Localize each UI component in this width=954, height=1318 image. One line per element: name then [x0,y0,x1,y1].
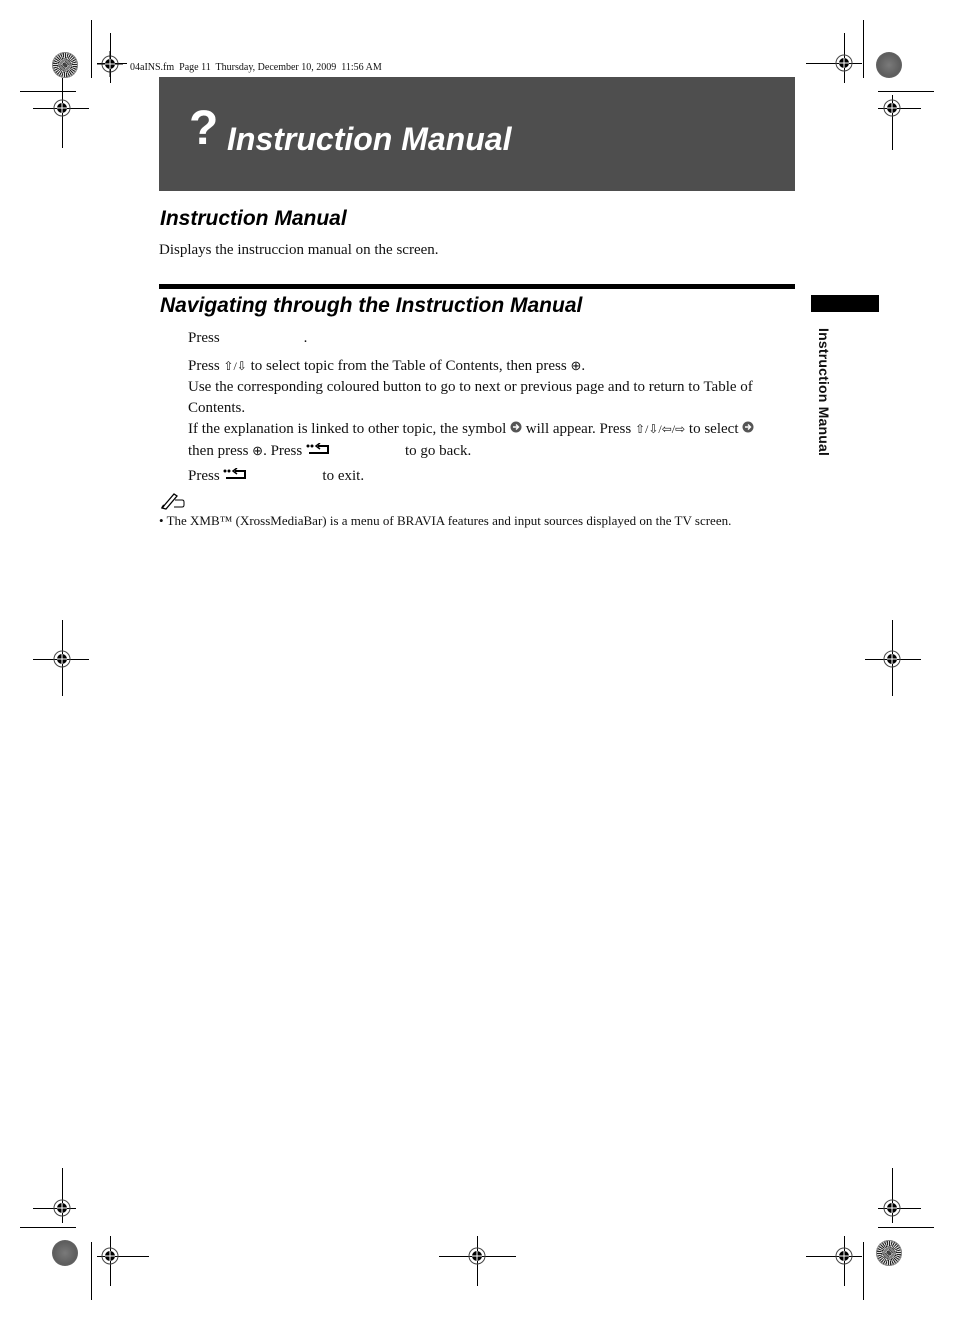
step-text: to select topic from the Table of Conten… [246,358,571,374]
crop-mark [20,1227,76,1228]
registration-mark-icon [883,1199,901,1217]
return-icon [306,441,330,462]
color-target-icon [52,52,78,78]
color-target-icon [52,1240,78,1266]
enter-button-icon: ⊕ [570,358,582,373]
crop-mark [91,1242,92,1300]
side-tab-text: Instruction Manual [816,328,832,457]
step-text: . [581,358,586,374]
steps-list: Press. Press ⇧/⇩ to select topic from th… [188,328,796,491]
crop-mark [863,1242,864,1300]
step-text: will appear. Press [522,421,635,437]
registration-mark-icon [883,99,901,117]
pencil-note-icon [160,492,186,515]
question-mark-icon: ? [189,102,219,155]
return-icon [223,466,247,487]
step-text: . [303,330,308,346]
step-3: Press to exit. [188,466,796,487]
crop-mark [91,20,92,78]
step-text: to go back. [404,443,472,460]
section-description: Displays the instruccion manual on the s… [159,242,439,258]
side-tab-label: Instruction Manual [812,328,834,468]
section-heading: Instruction Manual [160,207,347,230]
section-heading: Navigating through the Instruction Manua… [160,294,583,317]
link-arrow-icon [742,419,754,440]
step-text: then press [188,443,253,460]
registration-mark-icon [468,1247,486,1265]
step-text: Use the corresponding coloured button to… [188,379,753,416]
step-text: Press [188,468,224,485]
chapter-title: Instruction Manual [227,121,512,157]
registration-mark-icon [883,650,901,668]
registration-mark-icon [97,51,123,77]
crop-mark [20,91,76,92]
step-text: If the explanation is linked to other to… [188,421,511,437]
registration-mark-icon [53,99,71,117]
color-target-icon [876,1240,902,1266]
link-arrow-icon [510,419,522,440]
step-text: to exit. [322,468,365,485]
registration-mark-icon [835,1247,853,1265]
step-text: Press [188,358,224,374]
note-text: • The XMB™ (XrossMediaBar) is a menu of … [159,513,732,528]
step-text: to select [685,421,743,437]
step-1: Press. [188,328,796,349]
registration-mark-icon [835,54,853,72]
enter-button-icon: ⊕ [252,443,264,459]
color-target-icon [876,52,902,78]
registration-mark-icon [53,1199,71,1217]
step-text: . Press [263,443,306,460]
chapter-banner: ? Instruction Manual [159,77,795,191]
chapter-tab-marker [811,295,879,312]
file-slug: 04aINS.fm Page 11 Thursday, December 10,… [130,62,382,73]
crop-mark [878,1227,934,1228]
registration-mark-icon [101,1247,119,1265]
registration-mark-icon [53,650,71,668]
direction-arrows-icon: ⇧/⇩/⇦/⇨ [634,422,686,436]
crop-mark [863,20,864,78]
up-down-arrow-icon: ⇧/⇩ [223,359,247,373]
step-text: Press [188,330,220,346]
step-2: Press ⇧/⇩ to select topic from the Table… [188,355,796,462]
section-divider [159,284,795,289]
crop-mark [878,91,934,92]
